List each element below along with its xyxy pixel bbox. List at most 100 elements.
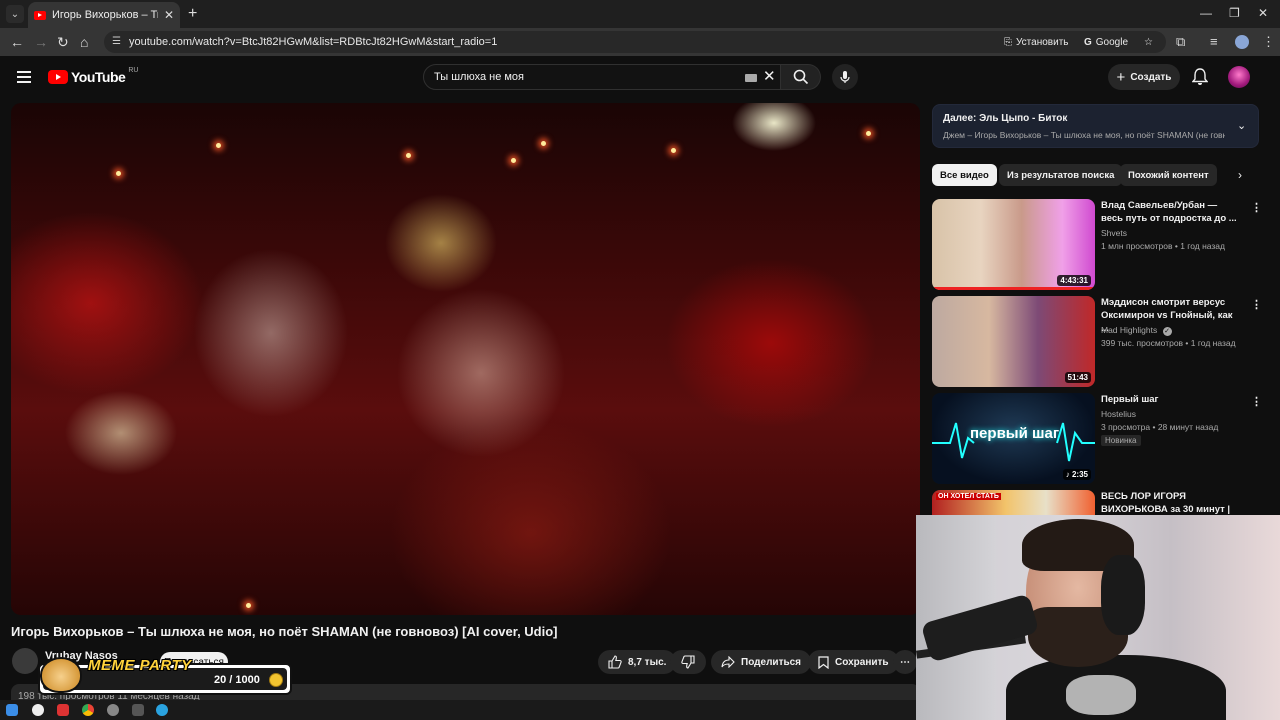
meme-counter: 20 / 1000 xyxy=(214,674,260,686)
back-icon[interactable]: ← xyxy=(10,33,24,51)
playlist-next: Далее: Эль Цыпо - Биток xyxy=(943,113,1068,124)
search-input[interactable]: Ты шлюха не моя ✕ xyxy=(423,64,781,90)
recommendation-item[interactable]: 4:43:31 Влад Савельев/Урбан — весь путь … xyxy=(932,199,1262,291)
like-count: 8,7 тыс. xyxy=(628,656,667,668)
browser-tabstrip: ⌄ Игорь Вихорьков – Ты шлюха не моя ✕ + … xyxy=(0,0,1280,28)
dislike-button[interactable] xyxy=(670,650,706,674)
chrome-icon[interactable] xyxy=(82,704,94,716)
tab-search-icon[interactable]: ⌄ xyxy=(6,5,24,23)
doge-icon xyxy=(40,657,82,693)
plus-icon: + xyxy=(1116,68,1126,86)
recommendation-title: Первый шаг xyxy=(1101,394,1159,405)
keyboard-icon[interactable] xyxy=(745,74,757,82)
chevron-right-icon[interactable]: › xyxy=(1238,168,1242,182)
search-button[interactable] xyxy=(781,64,821,90)
chip-related[interactable]: Похожий контент xyxy=(1120,164,1217,186)
channel-avatar[interactable] xyxy=(12,648,38,674)
tab-close-icon[interactable]: ✕ xyxy=(164,8,174,22)
google-lens-button[interactable]: G Google xyxy=(1084,34,1128,50)
video-title: Игорь Вихорьков – Ты шлюха не моя, но по… xyxy=(11,624,558,639)
os-taskbar xyxy=(0,700,916,720)
telegram-icon[interactable] xyxy=(156,704,168,716)
google-icon: G xyxy=(1084,36,1092,48)
chip-from-search[interactable]: Из результатов поиска xyxy=(999,164,1123,186)
recommendation-channel-row[interactable]: Mad Highlights ✓ xyxy=(1101,325,1172,336)
video-thumbnail[interactable]: первый шаг ♪ 2:35 xyxy=(932,393,1095,484)
search-icon xyxy=(793,69,808,85)
youtube-logo[interactable]: YouTube RU xyxy=(48,67,138,85)
home-icon[interactable]: ⌂ xyxy=(80,33,88,51)
youtube-play-icon xyxy=(48,70,68,84)
reading-list-icon[interactable]: ≡ xyxy=(1210,34,1218,49)
video-player[interactable] xyxy=(11,103,920,615)
thumbnail-text: ОН ХОТЕЛ СТАТЬ xyxy=(936,493,1001,500)
restore-icon[interactable]: ❐ xyxy=(1229,6,1240,20)
video-thumbnail[interactable]: ОН ХОТЕЛ СТАТЬ xyxy=(932,490,1095,515)
reload-icon[interactable]: ↻ xyxy=(57,33,69,51)
stage-light xyxy=(511,158,516,163)
recommendation-title: ВЕСЬ ЛОР ИГОРЯ ВИХОРЬКОВА за 30 минут | … xyxy=(1101,491,1231,515)
windows-start-icon[interactable] xyxy=(6,704,18,716)
more-vert-icon[interactable]: ⋮ xyxy=(1251,395,1262,408)
more-vert-icon[interactable]: ⋮ xyxy=(1251,201,1262,214)
app-icon[interactable] xyxy=(107,704,119,716)
site-info-icon[interactable]: ☰ xyxy=(112,36,124,48)
install-icon: ⎘ xyxy=(1004,36,1012,48)
voice-search-button[interactable] xyxy=(832,64,858,90)
watch-progress-bar xyxy=(932,287,1095,290)
minimize-icon[interactable]: — xyxy=(1200,6,1212,20)
more-actions-button[interactable]: ⋯ xyxy=(893,650,917,674)
like-button[interactable]: 8,7 тыс. xyxy=(598,650,677,674)
stage-light xyxy=(406,153,411,158)
recommendation-title: Влад Савельев/Урбан — весь путь от подро… xyxy=(1101,200,1237,224)
browser-tab[interactable]: Игорь Вихорьков – Ты шлюха не моя ✕ xyxy=(28,2,180,28)
new-badge: Новинка xyxy=(1101,435,1141,446)
stage-light xyxy=(116,171,121,176)
browser-menu-icon[interactable]: ⋮ xyxy=(1262,34,1275,50)
recommendation-meta: 1 млн просмотров • 1 год назад xyxy=(1101,241,1225,251)
menu-icon[interactable] xyxy=(17,71,31,86)
app-icon[interactable] xyxy=(132,704,144,716)
app-icon[interactable] xyxy=(32,704,44,716)
video-thumbnail[interactable]: 51:43 xyxy=(932,296,1095,387)
search-query: Ты шлюха не моя xyxy=(434,71,525,83)
notifications-bell-icon[interactable] xyxy=(1192,68,1208,86)
duration-badge: ♪ 2:35 xyxy=(1062,469,1091,480)
close-window-icon[interactable]: ✕ xyxy=(1258,6,1268,20)
save-button[interactable]: Сохранить xyxy=(808,650,899,674)
microphone-icon xyxy=(840,71,850,83)
video-thumbnail[interactable]: 4:43:31 xyxy=(932,199,1095,290)
recommendation-meta: 399 тыс. просмотров • 1 год назад xyxy=(1101,338,1236,348)
account-avatar[interactable] xyxy=(1228,66,1250,88)
logo-text: YouTube xyxy=(71,69,126,85)
install-app-button[interactable]: ⎘ Установить xyxy=(1004,34,1069,50)
recommendation-item[interactable]: 51:43 Мэддисон смотрит версус Оксимирон … xyxy=(932,296,1262,388)
recommendation-channel[interactable]: Hostelius xyxy=(1101,409,1136,419)
recommendation-item[interactable]: первый шаг ♪ 2:35 Первый шаг Hostelius 3… xyxy=(932,393,1262,485)
profile-icon[interactable] xyxy=(1235,35,1249,49)
share-button[interactable]: Поделиться xyxy=(711,650,812,674)
address-bar[interactable]: ☰ youtube.com/watch?v=BtcJt82HGwM&list=R… xyxy=(104,31,1166,53)
recommendation-channel: Mad Highlights xyxy=(1101,325,1158,335)
save-label: Сохранить xyxy=(835,656,889,668)
duration-text: 2:35 xyxy=(1071,470,1088,479)
thumbs-up-icon xyxy=(608,655,622,669)
more-vert-icon[interactable]: ⋮ xyxy=(1251,298,1262,311)
chevron-down-icon[interactable]: ⌄ xyxy=(1237,119,1246,132)
thumbnail-text: первый шаг xyxy=(970,425,1060,442)
forward-icon[interactable]: → xyxy=(34,33,48,51)
recommendation-item[interactable]: ОН ХОТЕЛ СТАТЬ ВЕСЬ ЛОР ИГОРЯ ВИХОРЬКОВА… xyxy=(932,490,1262,515)
create-button[interactable]: + Создать xyxy=(1108,64,1180,90)
recommendation-channel[interactable]: Shvets xyxy=(1101,228,1127,238)
share-icon xyxy=(721,656,735,668)
clear-search-icon[interactable]: ✕ xyxy=(763,69,776,85)
youtube-favicon-icon xyxy=(34,10,46,20)
new-tab-icon[interactable]: + xyxy=(188,5,197,23)
install-label: Установить xyxy=(1016,36,1069,48)
thumbs-down-icon xyxy=(681,655,695,669)
app-icon[interactable] xyxy=(57,704,69,716)
bookmark-star-icon[interactable]: ☆ xyxy=(1144,34,1153,50)
chip-all-videos[interactable]: Все видео xyxy=(932,164,997,186)
extensions-icon[interactable]: ⧉ xyxy=(1176,34,1185,50)
mix-playlist-panel[interactable]: Далее: Эль Цыпо - Биток Джем – Игорь Вих… xyxy=(932,104,1259,148)
